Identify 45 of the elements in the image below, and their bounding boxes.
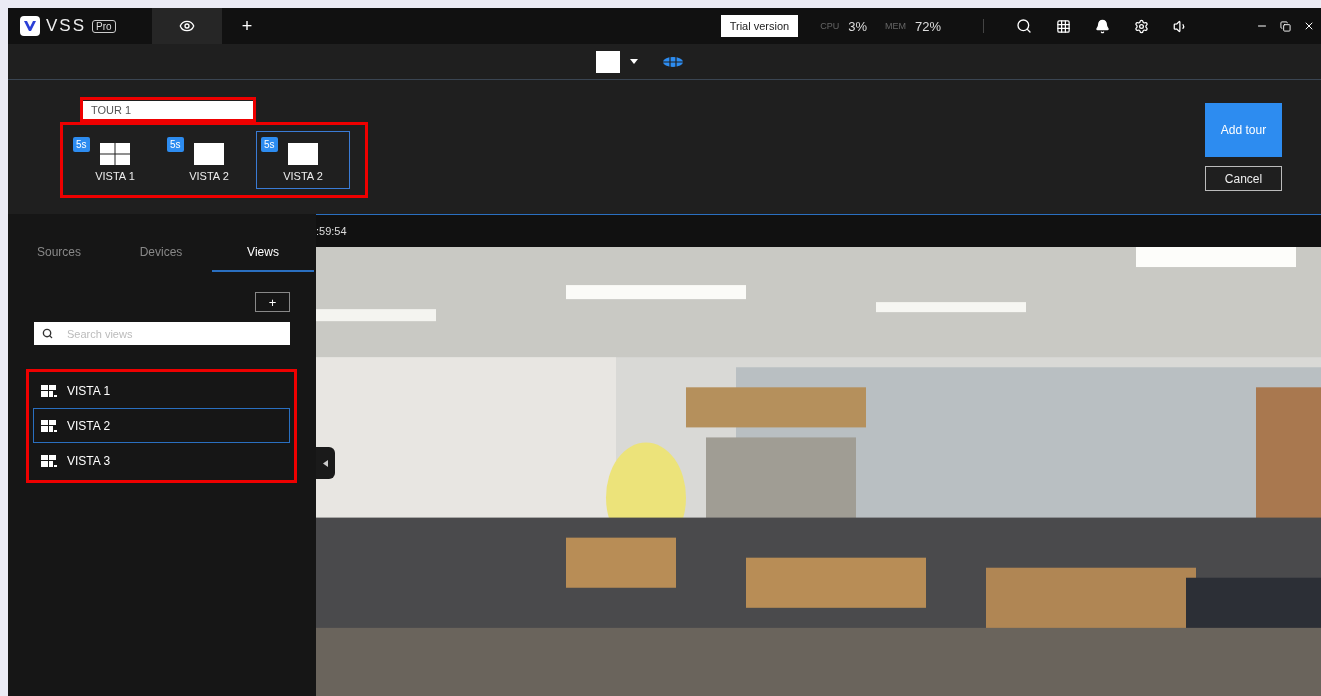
cancel-button[interactable]: Cancel [1205,166,1282,191]
restore-icon[interactable] [1280,20,1291,32]
tour-view-item[interactable]: 5s VISTA 1 [68,131,162,189]
duration-badge: 5s [261,137,278,152]
cpu-label: CPU [820,21,840,31]
duration-badge: 5s [167,137,184,152]
bell-icon[interactable] [1095,18,1110,34]
tour-view-item[interactable]: 5s VISTA 2 [256,131,350,189]
panel-tab[interactable]: Views [212,234,314,272]
view-list-item[interactable]: VISTA 2 [33,408,290,443]
tour-name-field[interactable]: TOUR 1 [83,101,253,119]
panel-tab[interactable]: Sources [8,234,110,272]
app-logo: VSS [46,16,87,36]
view-list-item[interactable]: VISTA 3 [33,443,290,478]
live-view-tab[interactable] [152,8,222,44]
add-tab[interactable]: + [222,8,272,44]
layout-icon [41,419,59,432]
panel-tab[interactable]: Devices [110,234,212,272]
close-icon[interactable] [1303,20,1315,32]
search-field[interactable]: Search views [34,322,290,345]
video-time: :59:54 [316,225,347,237]
mem-value: 72% [914,18,941,34]
trial-version-button[interactable]: Trial version [720,15,799,37]
view-list-item[interactable]: VISTA 1 [33,373,290,408]
search-icon[interactable] [1016,18,1032,34]
layout-icon [41,454,59,467]
fisheye-icon[interactable] [661,56,684,67]
logo-icon [20,16,40,36]
layout-selector[interactable] [595,50,620,73]
duration-badge: 5s [73,137,90,152]
add-view-button[interactable]: + [255,292,290,312]
collapse-handle[interactable] [316,447,335,479]
caret-icon[interactable] [629,59,638,64]
edition-label: Pro [92,19,116,33]
tour-view-item[interactable]: 5s VISTA 2 [162,131,256,189]
search-icon [42,328,53,339]
grid-icon[interactable] [1056,18,1071,34]
cpu-value: 3% [848,18,867,34]
mem-label: MEM [884,21,906,31]
settings-icon[interactable] [1134,18,1149,34]
layout-icon [41,384,59,397]
single-layout-icon [194,143,224,165]
eye-icon [179,18,195,34]
quad-layout-icon [100,143,130,165]
single-layout-icon [288,143,318,165]
